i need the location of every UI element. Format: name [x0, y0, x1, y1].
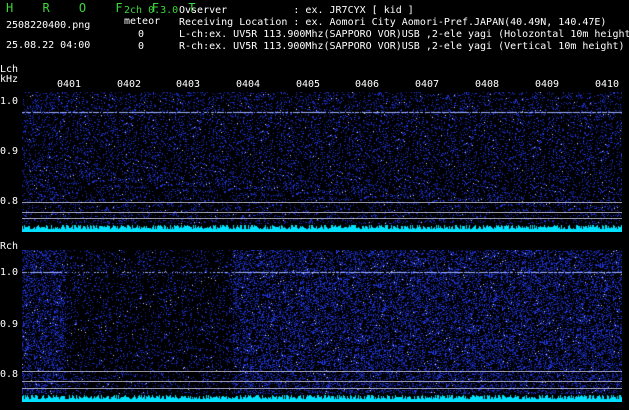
- time-tick-0405: 0405: [296, 79, 321, 90]
- meteor-label: meteor: [124, 16, 161, 27]
- time-tick-0407: 0407: [415, 79, 440, 90]
- observer-info: Ovserver : ex. JR7CYX [ kid ]: [179, 5, 414, 16]
- time-tick-0402: 0402: [117, 79, 142, 90]
- lch-receiver-info: L-ch:ex. UV5R 113.900Mhz(SAPPORO VOR)USB…: [179, 29, 629, 40]
- lch-ref-line: [22, 202, 622, 203]
- lch-spectrogram: [22, 92, 622, 232]
- date-time: 25.08.22 04:00: [6, 40, 91, 51]
- lch-ytick-0.8: 0.8: [0, 196, 19, 207]
- rch-ref-line: [22, 381, 622, 382]
- rch-label: Rch: [0, 241, 19, 252]
- meteor-count-rch: 0: [138, 41, 145, 52]
- rch-ytick-1.0: 1.0: [0, 267, 19, 278]
- lch-ytick-0.9: 0.9: [0, 146, 19, 157]
- rch-receiver-info: R-ch:ex. UV5R 113.900Mhz(SAPPORO VOR)USB…: [179, 41, 625, 52]
- time-tick-0410: 0410: [595, 79, 620, 90]
- time-tick-0401: 0401: [57, 79, 82, 90]
- time-tick-0406: 0406: [355, 79, 380, 90]
- lch-ref-line: [22, 212, 622, 213]
- time-tick-0408: 0408: [475, 79, 500, 90]
- time-tick-0403: 0403: [176, 79, 201, 90]
- rch-ref-line: [22, 388, 622, 389]
- file-name: 2508220400.png: [6, 20, 91, 31]
- lch-ytick-1.0: 1.0: [0, 96, 19, 107]
- meteor-count-lch: 0: [138, 29, 145, 40]
- rch-ytick-0.9: 0.9: [0, 319, 19, 330]
- rch-ytick-0.8: 0.8: [0, 369, 19, 380]
- time-tick-0409: 0409: [535, 79, 560, 90]
- time-tick-0404: 0404: [236, 79, 261, 90]
- lch-ref-line: [22, 218, 622, 219]
- lch-unit: kHz: [0, 74, 19, 85]
- location-info: Receiving Location : ex. Aomori City Aom…: [179, 17, 607, 28]
- rch-ref-line: [22, 371, 622, 372]
- rch-spectrogram: [22, 250, 622, 402]
